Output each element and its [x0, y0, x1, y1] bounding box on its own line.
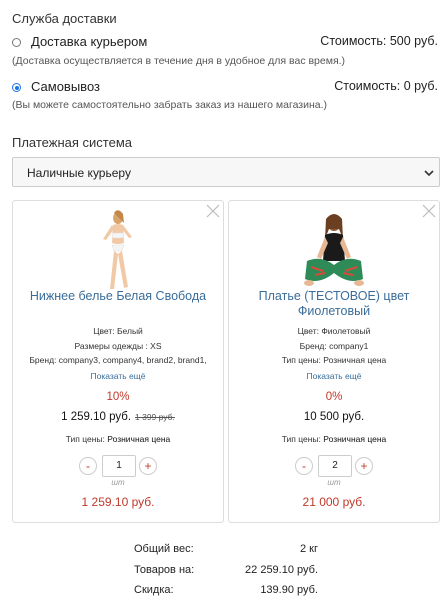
plus-button[interactable]: +: [355, 457, 373, 475]
product-prop: Цвет: Белый: [93, 326, 143, 336]
price-type-label: Тип цены:: [281, 434, 321, 444]
show-more-link[interactable]: Показать ещё: [13, 371, 223, 381]
product-name[interactable]: Платье (ТЕСТОВОЕ) цвет Фиолетовый: [237, 289, 431, 319]
product-name[interactable]: Нижнее белье Белая Свобода: [21, 289, 215, 304]
price-type-value: Розничная цена: [323, 434, 387, 444]
quantity-unit: шт: [111, 478, 125, 487]
old-price: 1 399 руб.: [135, 412, 175, 422]
close-icon[interactable]: [205, 203, 221, 219]
price-type-value: Розничная цена: [107, 434, 171, 444]
cart-item-card: Нижнее белье Белая Свобода Цвет: Белый Р…: [12, 200, 224, 523]
quantity-input[interactable]: 1: [102, 455, 136, 477]
summary-discount: Скидка: 139.90 руб.: [0, 584, 446, 600]
delivery-option-courier[interactable]: Доставка курьером Стоимость: 500 руб.: [12, 34, 438, 54]
delivery-option-note: (Доставка осуществляется в течение дня в…: [12, 55, 346, 67]
minus-button[interactable]: -: [295, 457, 313, 475]
payment-select-value: Наличные курьеру: [27, 166, 131, 180]
cart-item-card: Платье (ТЕСТОВОЕ) цвет Фиолетовый Цвет: …: [228, 200, 440, 523]
chevron-down-icon: [424, 170, 434, 177]
discount-percent: 0%: [325, 391, 343, 403]
quantity-unit: шт: [327, 478, 341, 487]
price-type: Тип цены: Розничная цена: [13, 434, 223, 444]
price-line: 1 259.10 руб. 1 399 руб.: [13, 411, 223, 423]
delivery-option-label[interactable]: Доставка курьером: [31, 34, 147, 49]
price-line: 10 500 руб.: [229, 411, 439, 423]
discount-percent: 10%: [106, 391, 130, 403]
quantity-stepper: - 1 +: [13, 455, 223, 477]
quantity-input[interactable]: 2: [318, 455, 352, 477]
product-prop: Тип цены: Розничная цена: [281, 355, 387, 365]
current-price: 1 259.10 руб.: [61, 411, 132, 423]
plus-button[interactable]: +: [139, 457, 157, 475]
product-image[interactable]: [94, 209, 142, 291]
delivery-title: Служба доставки: [12, 11, 117, 26]
close-icon[interactable]: [421, 203, 437, 219]
current-price: 10 500 руб.: [303, 411, 365, 423]
product-prop: Размеры одежды : XS: [74, 341, 162, 351]
minus-button[interactable]: -: [79, 457, 97, 475]
delivery-option-label[interactable]: Самовывоз: [31, 79, 100, 94]
show-more-link[interactable]: Показать ещё: [229, 371, 439, 381]
payment-select[interactable]: Наличные курьеру: [12, 157, 440, 187]
product-prop: Цвет: Фиолетовый: [297, 326, 371, 336]
summary-value: 2 кг: [300, 543, 318, 555]
item-total: 21 000 руб.: [302, 495, 366, 509]
summary-label: Общий вес:: [134, 543, 194, 555]
radio-courier[interactable]: [12, 38, 21, 47]
summary-goods: Товаров на: 22 259.10 руб.: [0, 564, 446, 580]
summary-value: 22 259.10 руб.: [245, 564, 318, 576]
payment-title: Платежная система: [12, 135, 132, 150]
summary-label: Скидка:: [134, 584, 174, 596]
summary-weight: Общий вес: 2 кг: [0, 543, 446, 559]
price-type: Тип цены: Розничная цена: [229, 434, 439, 444]
item-total: 1 259.10 руб.: [81, 495, 155, 509]
product-prop: Бренд: company1: [299, 341, 369, 351]
product-image[interactable]: [301, 209, 367, 291]
delivery-option-price: Стоимость: 500 руб.: [320, 34, 438, 48]
delivery-option-note: (Вы можете самостоятельно забрать заказ …: [12, 99, 328, 111]
summary-label: Товаров на:: [134, 564, 195, 576]
radio-pickup[interactable]: [12, 83, 21, 92]
summary-value: 139.90 руб.: [260, 584, 318, 596]
product-prop: Бренд: company3, company4, brand2, brand…: [29, 355, 207, 365]
price-type-label: Тип цены:: [65, 434, 105, 444]
delivery-option-price: Стоимость: 0 руб.: [334, 79, 438, 93]
quantity-stepper: - 2 +: [229, 455, 439, 477]
delivery-option-pickup[interactable]: Самовывоз Стоимость: 0 руб.: [12, 79, 438, 99]
